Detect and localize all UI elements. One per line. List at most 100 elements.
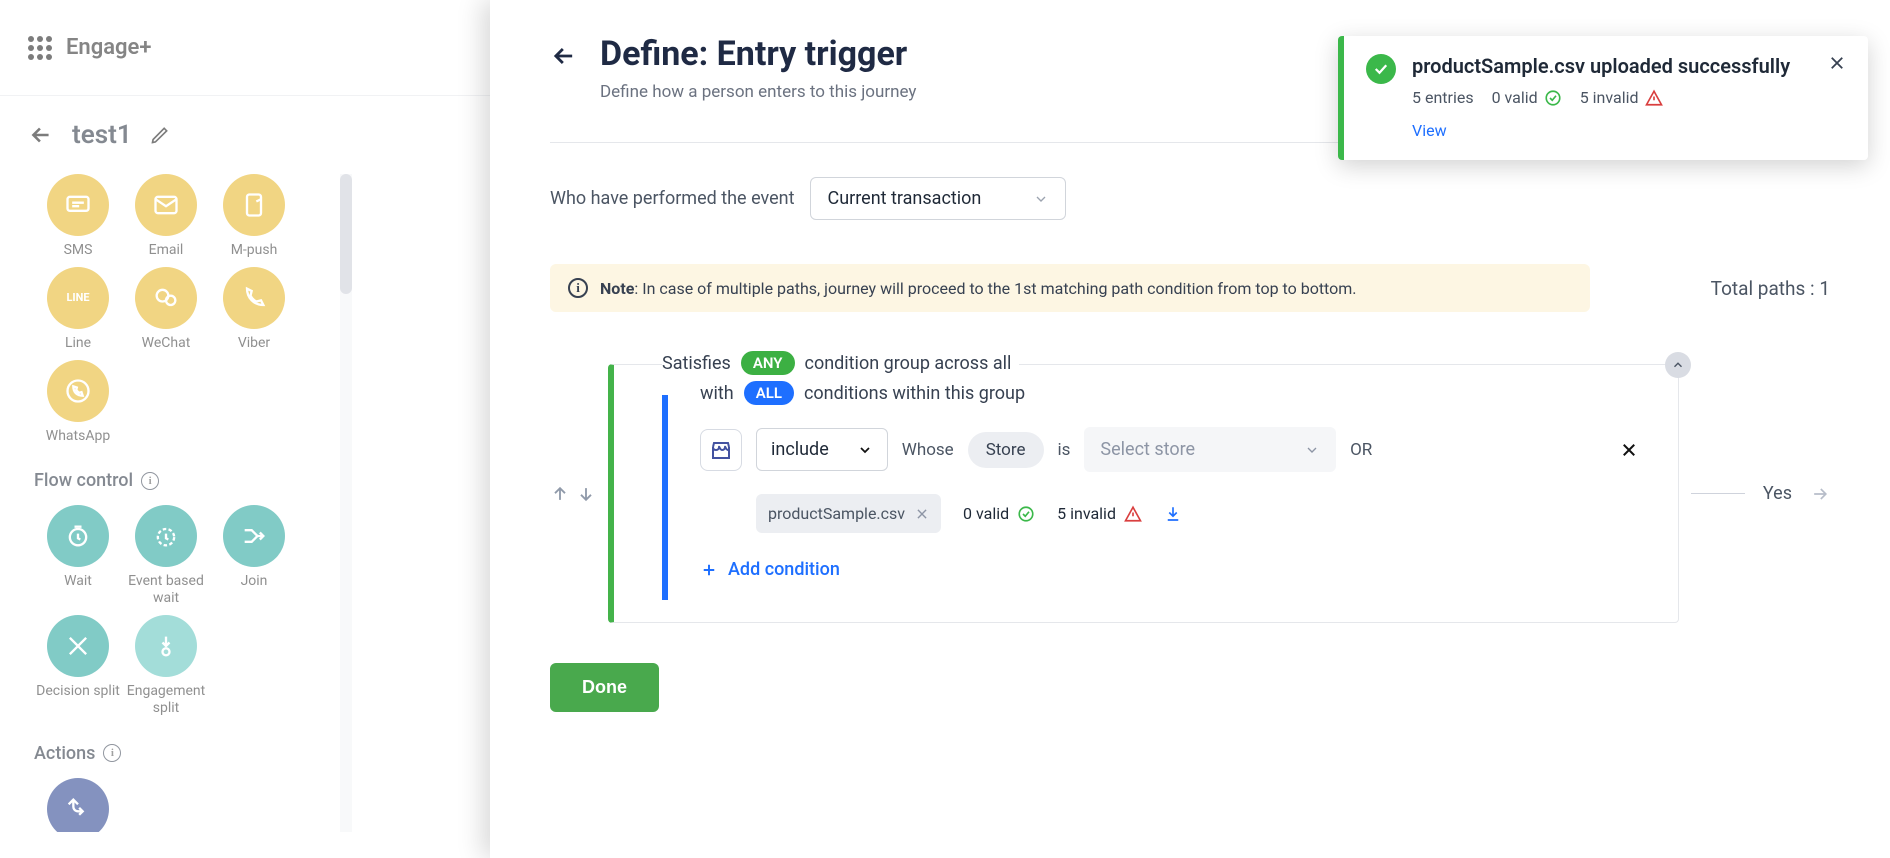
toast-valid: 0 valid [1492, 88, 1538, 107]
chevron-down-icon [1304, 442, 1320, 458]
collapse-button[interactable] [1665, 352, 1691, 378]
arrow-right-icon [1810, 484, 1830, 504]
tool-mpush[interactable]: M-push [210, 174, 298, 259]
panel-back-icon[interactable] [550, 42, 578, 70]
toast-view-link[interactable]: View [1412, 121, 1447, 140]
inner-condition-group: with ALL conditions within this group in… [662, 395, 1656, 600]
satisfies-text-b: condition group across all [805, 353, 1012, 374]
tool-whatsapp[interactable]: WhatsApp [34, 360, 122, 445]
email-icon [135, 174, 197, 236]
condition-row: include Whose Store is Select store OR [700, 427, 1638, 472]
whose-text: Whose [902, 440, 954, 460]
action-icon [47, 778, 109, 832]
note-bar: i Note: In case of multiple paths, journ… [550, 264, 1590, 312]
chevron-down-icon [857, 442, 873, 458]
is-text: is [1058, 440, 1071, 460]
tool-join[interactable]: Join [210, 505, 298, 607]
tool-decision-split[interactable]: Decision split [34, 615, 122, 717]
edit-pencil-icon[interactable] [150, 125, 170, 145]
toast-invalid: 5 invalid [1580, 88, 1639, 107]
store-icon [700, 429, 742, 471]
viber-icon [223, 267, 285, 329]
tool-email[interactable]: Email [122, 174, 210, 259]
satisfies-text: Satisfies [662, 353, 731, 374]
tool-action[interactable] [34, 778, 122, 832]
store-tag[interactable]: Store [968, 432, 1044, 468]
add-condition-button[interactable]: Add condition [700, 559, 1638, 580]
tool-engagement-split[interactable]: Engagement split [122, 615, 210, 717]
scrollbar-thumb[interactable] [340, 174, 352, 294]
panel-subtitle: Define how a person enters to this journ… [600, 82, 916, 102]
yes-branch: Yes [1691, 483, 1830, 504]
background-app: Engage+ test1 SMS Email M-push [0, 0, 490, 858]
info-icon[interactable]: i [141, 472, 159, 490]
event-label: Who have performed the event [550, 188, 794, 209]
journey-title: test1 [72, 120, 132, 150]
store-select[interactable]: Select store [1084, 427, 1336, 472]
line-icon: LINE [47, 267, 109, 329]
info-icon: i [568, 278, 588, 298]
flow-control-section: Flow control i [34, 470, 318, 491]
done-button[interactable]: Done [550, 663, 659, 712]
tool-sms[interactable]: SMS [34, 174, 122, 259]
event-selector-row: Who have performed the event Current tra… [550, 177, 1830, 220]
check-circle-icon [1544, 89, 1562, 107]
include-select[interactable]: include [756, 428, 888, 471]
tool-event-wait[interactable]: Event based wait [122, 505, 210, 607]
success-check-icon [1366, 54, 1396, 84]
file-name: productSample.csv [768, 504, 905, 523]
tool-wait[interactable]: Wait [34, 505, 122, 607]
split-icon [47, 615, 109, 677]
tool-viber[interactable]: Viber [210, 267, 298, 352]
check-circle-icon [1017, 505, 1035, 523]
yes-label: Yes [1763, 483, 1792, 504]
all-pill[interactable]: ALL [744, 381, 794, 405]
upload-toast: productSample.csv uploaded successfully … [1338, 36, 1868, 160]
clock-icon [47, 505, 109, 567]
toast-title: productSample.csv uploaded successfully [1412, 54, 1812, 78]
connector-line [1691, 493, 1745, 494]
event-clock-icon [135, 505, 197, 567]
add-condition-label: Add condition [728, 559, 840, 580]
join-icon [223, 505, 285, 567]
wechat-icon [135, 267, 197, 329]
remove-condition-icon[interactable] [1620, 441, 1638, 459]
tools-panel: SMS Email M-push LINE Line WeChat Viber [0, 174, 352, 832]
warning-triangle-icon [1124, 505, 1142, 523]
arrow-up-icon [550, 484, 570, 504]
note-body: : In case of multiple paths, journey wil… [634, 279, 1356, 298]
event-select[interactable]: Current transaction [810, 177, 1066, 220]
include-value: include [771, 439, 829, 460]
arrow-down-icon [576, 484, 596, 504]
valid-count: 0 valid [963, 504, 1035, 523]
topbar: Engage+ [0, 0, 490, 96]
event-selected-value: Current transaction [827, 188, 981, 209]
download-icon[interactable] [1164, 505, 1182, 523]
file-row: productSample.csv 0 valid 5 invalid [756, 494, 1638, 533]
toast-entries: 5 entries [1412, 88, 1474, 107]
warning-triangle-icon [1645, 89, 1663, 107]
file-chip: productSample.csv [756, 494, 941, 533]
back-arrow-icon[interactable] [28, 122, 54, 148]
actions-section: Actions i [34, 743, 318, 764]
with-text: with [700, 383, 734, 404]
invalid-count: 5 invalid [1057, 504, 1142, 523]
brand-name: Engage+ [66, 35, 151, 60]
info-icon[interactable]: i [103, 744, 121, 762]
panel-title: Define: Entry trigger [600, 34, 916, 74]
total-paths: Total paths : 1 [1711, 277, 1830, 300]
or-text: OR [1350, 440, 1372, 460]
chevron-up-icon [1671, 358, 1685, 372]
tool-line[interactable]: LINE Line [34, 267, 122, 352]
with-text-b: conditions within this group [804, 383, 1025, 404]
mpush-icon [223, 174, 285, 236]
apps-grid-icon[interactable] [28, 36, 52, 60]
plus-icon [700, 561, 718, 579]
remove-file-icon[interactable] [915, 507, 929, 521]
condition-group: Satisfies ANY condition group across all… [608, 364, 1679, 623]
any-pill[interactable]: ANY [741, 351, 795, 375]
reorder-arrows[interactable] [550, 484, 596, 504]
note-prefix: Note [600, 279, 634, 298]
tool-wechat[interactable]: WeChat [122, 267, 210, 352]
toast-close-icon[interactable] [1828, 54, 1846, 72]
